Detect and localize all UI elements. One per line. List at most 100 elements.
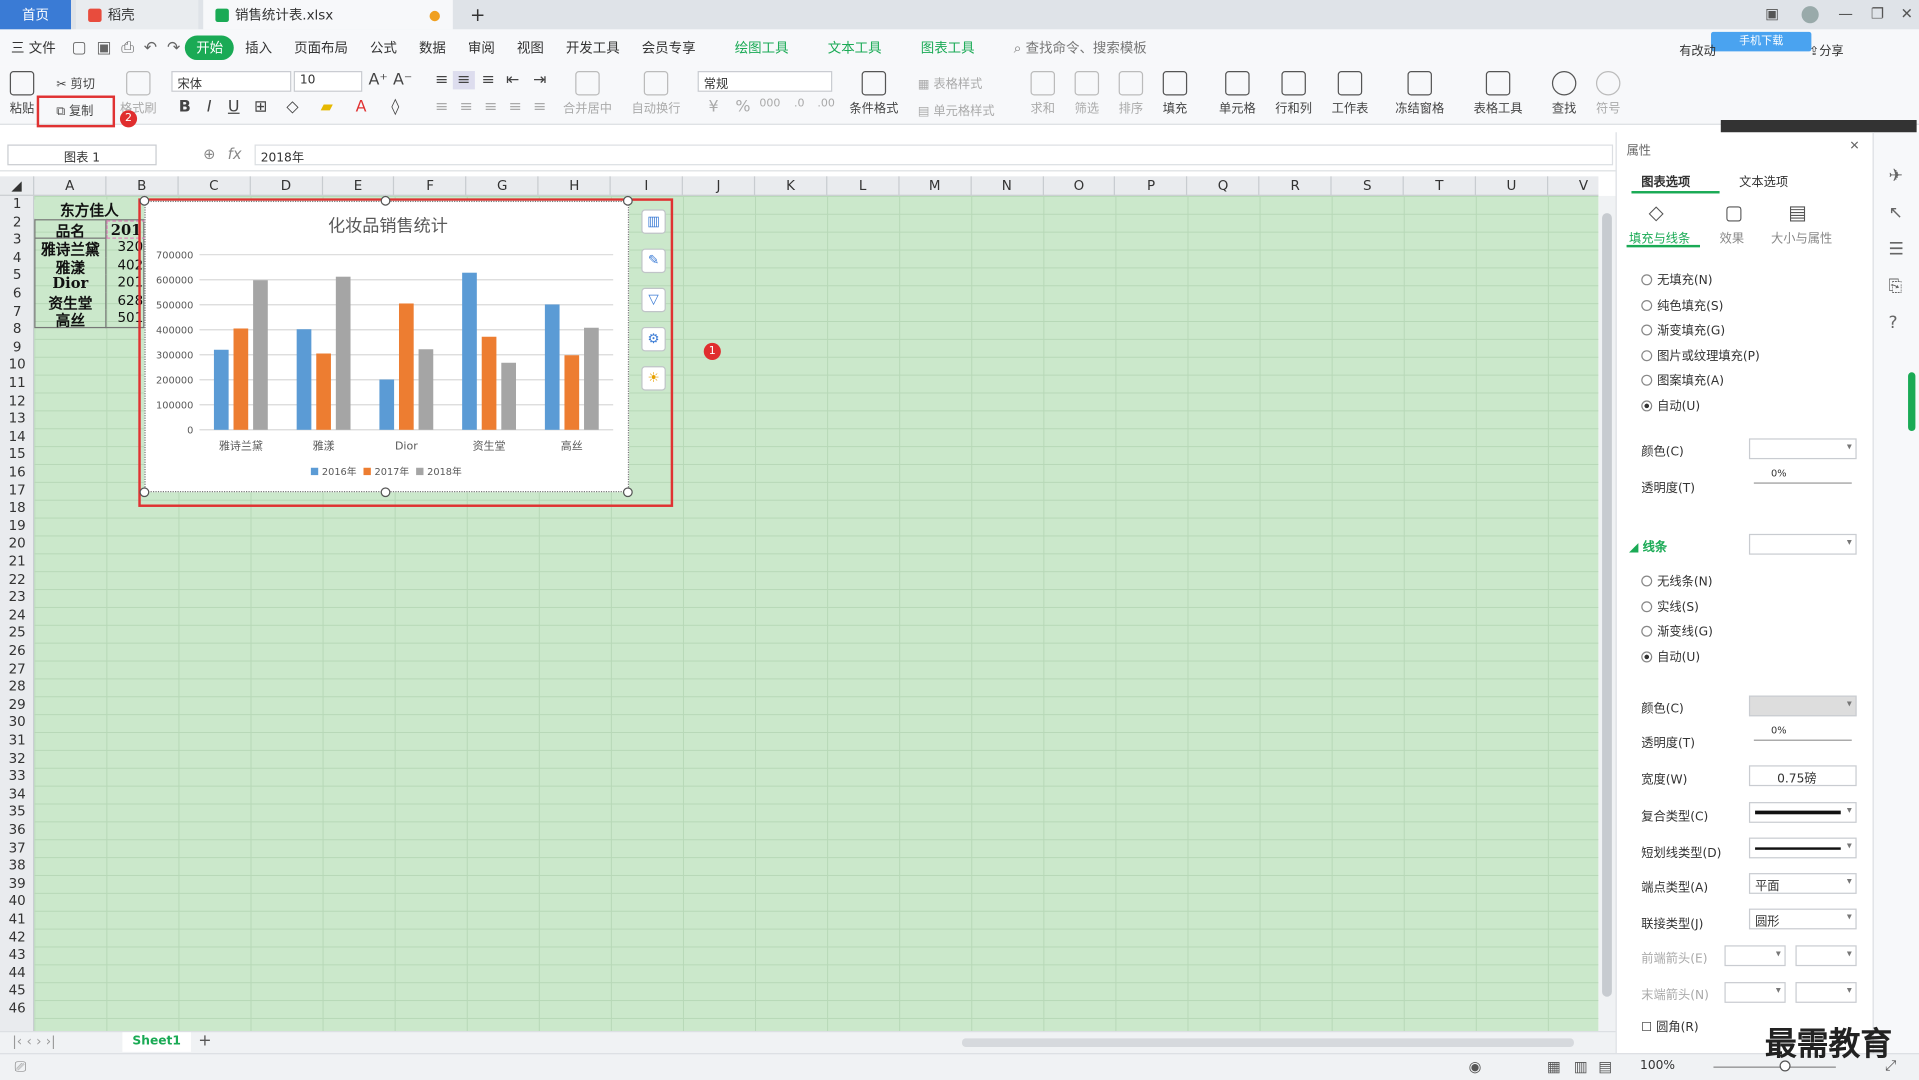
menu-member[interactable]: 会员专享 bbox=[631, 38, 707, 58]
restore-icon[interactable]: ❐ bbox=[1868, 5, 1888, 22]
close-icon[interactable]: ✕ bbox=[1897, 5, 1917, 22]
fill-option-radio[interactable]: 无填充(N) bbox=[1641, 269, 1713, 288]
new-tab-button[interactable]: + bbox=[458, 0, 498, 29]
align-center-icon[interactable]: ≡ bbox=[455, 98, 477, 116]
column-header[interactable]: L bbox=[827, 176, 900, 196]
row-header[interactable]: 44 bbox=[0, 965, 34, 983]
underline-icon[interactable]: U bbox=[223, 98, 245, 116]
chart-title[interactable]: 化妆品销售统计 bbox=[328, 216, 448, 236]
menu-drawing-tools[interactable]: 绘图工具 bbox=[724, 38, 800, 58]
chart[interactable]: 化妆品销售统计 700000 600000 500000 400000 300000 20… bbox=[144, 200, 630, 493]
join-select[interactable]: 圆形 bbox=[1748, 908, 1857, 930]
sidebar-scroll-indicator[interactable] bbox=[1908, 372, 1916, 432]
fill-option-radio[interactable]: 图案填充(A) bbox=[1641, 370, 1724, 388]
column-header[interactable]: N bbox=[971, 176, 1044, 196]
fill-option-radio[interactable]: 图片或纹理填充(P) bbox=[1641, 345, 1760, 363]
resize-handle-br[interactable] bbox=[622, 487, 633, 498]
column-header[interactable]: O bbox=[1043, 176, 1116, 196]
column-header[interactable]: H bbox=[539, 176, 611, 196]
save-icon[interactable]: ▣ bbox=[92, 39, 117, 57]
print-icon[interactable]: ⎙ bbox=[116, 39, 139, 57]
menu-data[interactable]: 数据 bbox=[408, 38, 457, 58]
dash-select[interactable] bbox=[1748, 837, 1857, 859]
vertical-scroll-thumb[interactable] bbox=[1602, 213, 1612, 997]
sheet-nav-icons[interactable]: |‹ ‹ › ›| bbox=[12, 1033, 55, 1049]
percent-icon[interactable]: % bbox=[732, 98, 754, 116]
menu-file[interactable]: 三 文件 bbox=[0, 38, 67, 58]
wrap-text-button[interactable]: 自动换行 bbox=[632, 71, 680, 116]
worksheet-button[interactable]: 工作表 bbox=[1332, 71, 1368, 116]
row-header[interactable]: 33 bbox=[0, 768, 34, 786]
row-header[interactable]: 26 bbox=[0, 643, 34, 661]
menu-page-layout[interactable]: 页面布局 bbox=[283, 38, 359, 58]
column-header[interactable]: I bbox=[611, 176, 684, 196]
justify-icon[interactable]: ≡ bbox=[504, 98, 526, 116]
cell-a[interactable]: 资生堂 bbox=[35, 292, 107, 311]
row-header[interactable]: 40 bbox=[0, 893, 34, 911]
eye-protection-icon[interactable]: ◉ bbox=[1469, 1058, 1482, 1075]
column-header[interactable]: C bbox=[178, 176, 251, 196]
row-header[interactable]: 24 bbox=[0, 607, 34, 625]
menu-insert[interactable]: 插入 bbox=[234, 38, 283, 58]
line-option-radio[interactable]: 自动(U) bbox=[1641, 646, 1700, 664]
column-header[interactable]: D bbox=[251, 176, 323, 196]
width-stepper[interactable]: 0.75磅 bbox=[1748, 765, 1857, 787]
symbol-button[interactable]: 符号 bbox=[1595, 71, 1621, 116]
vertical-scrollbar[interactable] bbox=[1598, 195, 1616, 1032]
row-header[interactable]: 46 bbox=[0, 1000, 34, 1018]
find-button[interactable]: 查找 bbox=[1551, 71, 1577, 116]
row-header[interactable]: 23 bbox=[0, 589, 34, 607]
column-header[interactable]: S bbox=[1332, 176, 1404, 196]
row-header[interactable]: 32 bbox=[0, 750, 34, 768]
round-corner-checkbox[interactable]: ☐ 圆角(R) bbox=[1641, 1016, 1698, 1034]
column-header[interactable]: P bbox=[1116, 176, 1188, 196]
row-header[interactable]: 42 bbox=[0, 929, 34, 947]
row-col-button[interactable]: 行和列 bbox=[1275, 71, 1312, 116]
line-transparency-slider[interactable] bbox=[1753, 739, 1852, 741]
resize-handle-bl[interactable] bbox=[139, 487, 150, 498]
row-header[interactable]: 34 bbox=[0, 786, 34, 804]
column-header[interactable]: E bbox=[323, 176, 395, 196]
fill-transparency-slider[interactable] bbox=[1753, 482, 1852, 484]
row-header[interactable]: 17 bbox=[0, 482, 34, 500]
select-all-corner[interactable]: ◢ bbox=[0, 176, 35, 196]
border-icon[interactable]: ⊞ bbox=[250, 98, 272, 116]
align-bottom-icon[interactable]: ≡ bbox=[477, 71, 499, 89]
indent-icon[interactable]: ⇤ bbox=[502, 71, 524, 89]
freeze-button[interactable]: 冻结窗格 bbox=[1395, 71, 1444, 116]
row-header[interactable]: 7 bbox=[0, 303, 34, 321]
chart-style-brush-icon[interactable]: ✎ bbox=[641, 248, 666, 274]
resize-handle-tr[interactable] bbox=[622, 195, 633, 206]
command-search[interactable]: ⌕ 查找命令、搜索模板 bbox=[1003, 38, 1158, 58]
align-left-icon[interactable]: ≡ bbox=[431, 98, 453, 116]
sync-status[interactable]: 有改动 bbox=[1679, 40, 1716, 58]
column-header[interactable]: V bbox=[1548, 176, 1621, 196]
thousands-icon[interactable]: 000 bbox=[759, 98, 781, 110]
row-header[interactable]: 15 bbox=[0, 446, 34, 464]
row-header[interactable]: 28 bbox=[0, 679, 34, 697]
row-header[interactable]: 41 bbox=[0, 911, 34, 929]
sidebar-backup-icon[interactable]: ⎘ bbox=[1888, 277, 1902, 297]
column-header[interactable]: Q bbox=[1188, 176, 1260, 196]
row-header[interactable]: 1 bbox=[0, 196, 34, 214]
tab-home[interactable]: 首页 bbox=[0, 0, 71, 30]
end-arrow-size[interactable] bbox=[1795, 982, 1857, 1003]
column-header[interactable]: K bbox=[755, 176, 828, 196]
currency-icon[interactable]: ¥ bbox=[703, 98, 725, 116]
begin-arrow-type[interactable] bbox=[1724, 945, 1786, 967]
row-header[interactable]: 11 bbox=[0, 375, 34, 393]
filter-button[interactable]: 筛选 bbox=[1074, 71, 1100, 116]
page-break-view-icon[interactable]: ▤ bbox=[1598, 1058, 1612, 1075]
font-shrink-icon[interactable]: A⁻ bbox=[392, 71, 414, 89]
avatar[interactable] bbox=[1801, 6, 1819, 24]
column-header[interactable]: U bbox=[1476, 176, 1549, 196]
add-sheet-button[interactable]: + bbox=[198, 1032, 211, 1050]
column-header[interactable]: G bbox=[467, 176, 539, 196]
row-header[interactable]: 16 bbox=[0, 464, 34, 482]
chart-filter-icon[interactable]: ▽ bbox=[641, 287, 666, 313]
row-header[interactable]: 2 bbox=[0, 214, 34, 232]
sidebar-help-icon[interactable]: ? bbox=[1888, 313, 1897, 333]
row-header[interactable]: 8 bbox=[0, 321, 34, 339]
begin-arrow-size[interactable] bbox=[1795, 945, 1857, 967]
fill-option-radio[interactable]: 纯色填充(S) bbox=[1641, 294, 1723, 313]
